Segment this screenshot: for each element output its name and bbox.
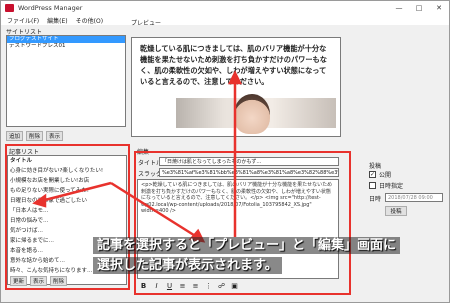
caption-line-2: 選択した記事が表示されます。 [93, 257, 282, 274]
arrow-to-article [40, 181, 112, 203]
arrowhead-preview [227, 70, 243, 85]
app-window: WordPress Manager — □ ✕ ファイル(F) 編集(E) その… [0, 0, 450, 303]
arrow-to-edit [110, 181, 198, 239]
caption-line-1: 記事を選択すると「プレビュー」と「編集」画面に [93, 237, 401, 254]
arrowhead-article [32, 193, 47, 208]
